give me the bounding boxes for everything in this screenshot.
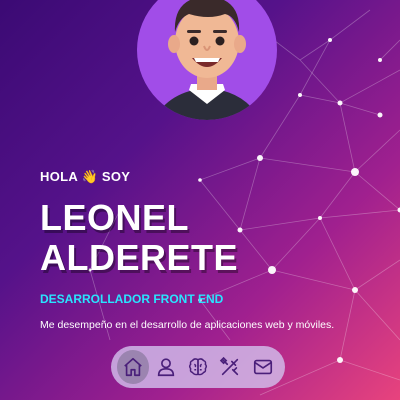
nav-about-button[interactable] bbox=[149, 350, 181, 384]
profile-name: LEONEL ALDERETE bbox=[40, 198, 238, 278]
nav-contact-button[interactable] bbox=[247, 350, 279, 384]
nav-home-button[interactable] bbox=[117, 350, 150, 384]
mail-icon bbox=[253, 359, 272, 375]
role-title: DESARROLLADOR FRONT END bbox=[40, 292, 224, 306]
nav-skills-button[interactable] bbox=[182, 350, 214, 384]
bottom-nav-dock bbox=[111, 346, 285, 388]
greeting-text: HOLA 👋 SOY bbox=[40, 169, 131, 184]
nav-projects-button[interactable] bbox=[214, 350, 246, 384]
brain-icon bbox=[189, 358, 207, 376]
tools-icon bbox=[220, 356, 239, 376]
name-last: ALDERETE bbox=[40, 237, 239, 278]
role-description: Me desempeño en el desarrollo de aplicac… bbox=[40, 319, 335, 331]
home-icon bbox=[124, 357, 143, 377]
name-first: LEONEL bbox=[40, 197, 190, 238]
user-icon bbox=[157, 358, 174, 377]
